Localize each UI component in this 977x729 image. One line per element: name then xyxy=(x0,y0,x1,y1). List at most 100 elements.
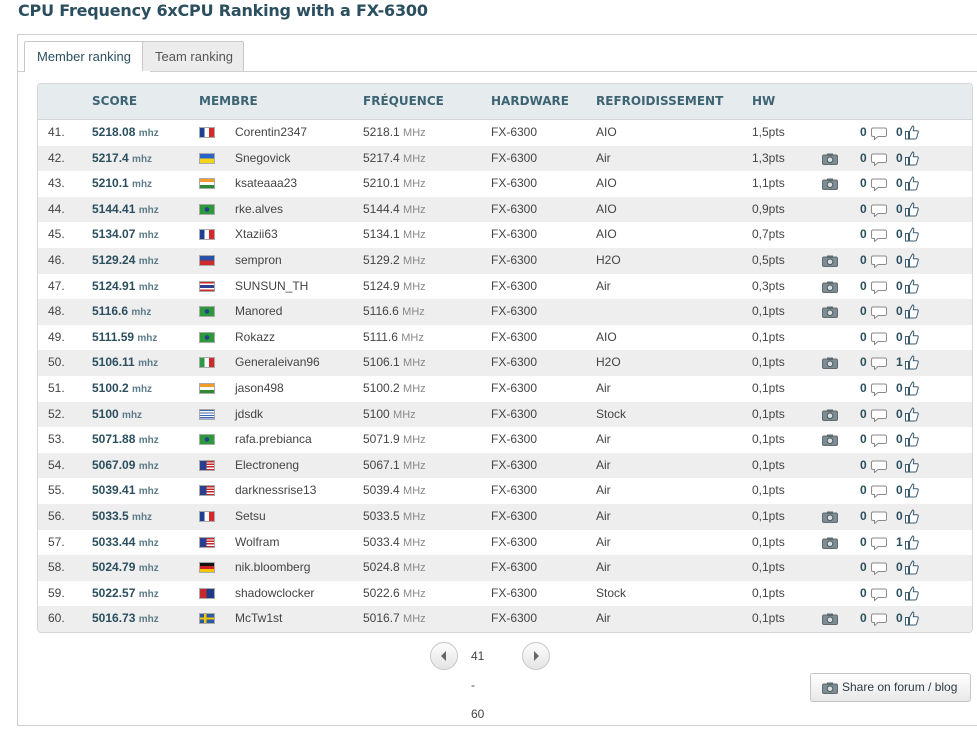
thumbs-up-icon[interactable] xyxy=(905,176,919,191)
table-row[interactable]: 43. 5210.1 mhz ksateaaa23 5210.1 MHz FX-6300… xyxy=(38,171,972,197)
column-header-membre[interactable]: MEMBRE xyxy=(199,84,258,119)
comment-bubble-icon[interactable] xyxy=(871,588,887,602)
table-row[interactable]: 50. 5106.11 mhz Generaleivan96 5106.1 MHz FX… xyxy=(38,350,972,376)
table-row[interactable]: 53. 5071.88 mhz rafa.prebianca 5071.9 MHz FX… xyxy=(38,427,972,453)
camera-icon[interactable] xyxy=(822,255,838,267)
hardware[interactable]: FX-6300 xyxy=(491,478,537,504)
comment-bubble-icon[interactable] xyxy=(871,281,887,295)
camera-icon[interactable] xyxy=(822,409,838,421)
table-row[interactable]: 41. 5218.08 mhz Corentin2347 5218.1 MHz FX-6… xyxy=(38,120,972,146)
member-name-link[interactable]: Electroneng xyxy=(235,453,299,479)
comment-bubble-icon[interactable] xyxy=(871,229,887,243)
thumbs-up-icon[interactable] xyxy=(905,381,919,396)
thumbs-up-icon[interactable] xyxy=(905,560,919,575)
hardware[interactable]: FX-6300 xyxy=(491,581,537,607)
hardware[interactable]: FX-6300 xyxy=(491,504,537,530)
hardware[interactable]: FX-6300 xyxy=(491,197,537,223)
member-name-link[interactable]: Setsu xyxy=(235,504,266,530)
member-name-link[interactable]: Generaleivan96 xyxy=(235,350,320,376)
thumbs-up-icon[interactable] xyxy=(905,330,919,345)
comment-bubble-icon[interactable] xyxy=(871,178,887,192)
member-name-link[interactable]: rafa.prebianca xyxy=(235,427,312,453)
table-row[interactable]: 42. 5217.4 mhz Snegovick 5217.4 MHz FX-6300 A… xyxy=(38,145,972,172)
thumbs-up-icon[interactable] xyxy=(905,202,919,217)
camera-icon[interactable] xyxy=(822,537,838,549)
hardware[interactable]: FX-6300 xyxy=(491,376,537,402)
member-name-link[interactable]: jason498 xyxy=(235,376,284,402)
comment-bubble-icon[interactable] xyxy=(871,562,887,576)
comment-bubble-icon[interactable] xyxy=(871,255,887,269)
thumbs-up-icon[interactable] xyxy=(905,611,919,626)
hardware[interactable]: FX-6300 xyxy=(491,222,537,248)
table-row[interactable]: 58. 5024.79 mhz nik.bloomberg 5024.8 MHz FX-… xyxy=(38,555,972,581)
thumbs-up-icon[interactable] xyxy=(905,253,919,268)
camera-icon[interactable] xyxy=(822,357,838,370)
thumbs-up-icon[interactable] xyxy=(905,355,919,370)
camera-icon[interactable] xyxy=(822,511,838,523)
table-row[interactable]: 44. 5144.41 mhz rke.alves 5144.4 MHz FX-6300… xyxy=(38,196,972,223)
column-header-frequence[interactable]: FRÉQUENCE xyxy=(363,84,444,119)
hardware[interactable]: FX-6300 xyxy=(491,274,537,300)
comment-bubble-icon[interactable] xyxy=(871,409,887,423)
tab-team-ranking[interactable]: Team ranking xyxy=(142,41,244,71)
comment-bubble-icon[interactable] xyxy=(871,127,887,141)
share-on-forum-button[interactable]: Share on forum / blog xyxy=(810,673,971,702)
thumbs-up-icon[interactable] xyxy=(905,458,919,473)
table-row[interactable]: 56. 5033.5 mhz Setsu 5033.5 MHz FX-6300 Air 0,… xyxy=(38,504,972,530)
next-page-button[interactable] xyxy=(522,642,550,670)
member-name-link[interactable]: SUNSUN_TH xyxy=(235,274,308,300)
table-row[interactable]: 54. 5067.09 mhz Electroneng 5067.1 MHz FX-63… xyxy=(38,452,972,479)
camera-icon[interactable] xyxy=(822,613,838,626)
column-header-hw[interactable]: HW xyxy=(752,84,775,119)
member-name-link[interactable]: rke.alves xyxy=(235,197,283,223)
member-name-link[interactable]: jdsdk xyxy=(235,402,263,428)
previous-page-button[interactable] xyxy=(430,642,458,670)
member-name-link[interactable]: Corentin2347 xyxy=(235,120,307,146)
hardware[interactable]: FX-6300 xyxy=(491,146,537,172)
camera-icon[interactable] xyxy=(822,306,838,319)
table-row[interactable]: 57. 5033.44 mhz Wolfram 5033.4 MHz FX-6300 Ai… xyxy=(38,530,972,556)
table-row[interactable]: 60. 5016.73 mhz McTw1st 5016.7 MHz FX-6300 Ai… xyxy=(38,606,972,632)
table-row[interactable]: 51. 5100.2 mhz jason498 5100.2 MHz FX-6300 Ai… xyxy=(38,376,972,402)
member-name-link[interactable]: nik.bloomberg xyxy=(235,555,310,581)
member-name-link[interactable]: Rokazz xyxy=(235,325,275,351)
member-name-link[interactable]: Xtazii63 xyxy=(235,222,278,248)
tab-member-ranking[interactable]: Member ranking xyxy=(24,41,151,72)
member-name-link[interactable]: Wolfram xyxy=(235,530,279,556)
comment-bubble-icon[interactable] xyxy=(871,460,887,474)
member-name-link[interactable]: Manored xyxy=(235,299,282,325)
comment-bubble-icon[interactable] xyxy=(871,434,887,448)
thumbs-up-icon[interactable] xyxy=(905,509,919,524)
table-row[interactable]: 46. 5129.24 mhz sempron 5129.2 MHz FX-6300 H2… xyxy=(38,248,972,274)
table-row[interactable]: 59. 5022.57 mhz shadowclocker 5022.6 MHz FX-… xyxy=(38,581,972,607)
member-name-link[interactable]: Snegovick xyxy=(235,146,290,172)
comment-bubble-icon[interactable] xyxy=(871,537,887,551)
comment-bubble-icon[interactable] xyxy=(871,357,887,371)
thumbs-up-icon[interactable] xyxy=(905,586,919,601)
comment-bubble-icon[interactable] xyxy=(871,613,887,627)
hardware[interactable]: FX-6300 xyxy=(491,453,537,479)
hardware[interactable]: FX-6300 xyxy=(491,530,537,556)
thumbs-up-icon[interactable] xyxy=(905,535,919,550)
table-row[interactable]: 45. 5134.07 mhz Xtazii63 5134.1 MHz FX-6300 A… xyxy=(38,222,972,248)
member-name-link[interactable]: McTw1st xyxy=(235,606,282,632)
comment-bubble-icon[interactable] xyxy=(871,511,887,525)
hardware[interactable]: FX-6300 xyxy=(491,555,537,581)
thumbs-up-icon[interactable] xyxy=(905,432,919,447)
member-name-link[interactable]: ksateaaa23 xyxy=(235,171,297,197)
comment-bubble-icon[interactable] xyxy=(871,383,887,397)
camera-icon[interactable] xyxy=(822,178,838,191)
hardware[interactable]: FX-6300 xyxy=(491,606,537,632)
table-row[interactable]: 49. 5111.59 mhz Rokazz 5111.6 MHz FX-6300 AIO… xyxy=(38,325,972,351)
hardware[interactable]: FX-6300 xyxy=(491,402,537,428)
thumbs-up-icon[interactable] xyxy=(905,483,919,498)
hardware[interactable]: FX-6300 xyxy=(491,120,537,146)
camera-icon[interactable] xyxy=(822,281,838,293)
table-row[interactable]: 47. 5124.91 mhz SUNSUN_TH 5124.9 MHz FX-6300… xyxy=(38,274,972,300)
member-name-link[interactable]: darknessrise13 xyxy=(235,478,316,504)
thumbs-up-icon[interactable] xyxy=(905,304,919,319)
thumbs-up-icon[interactable] xyxy=(905,151,919,166)
hardware[interactable]: FX-6300 xyxy=(491,171,537,197)
comment-bubble-icon[interactable] xyxy=(871,332,887,346)
column-header-hardware[interactable]: HARDWARE xyxy=(491,84,569,119)
